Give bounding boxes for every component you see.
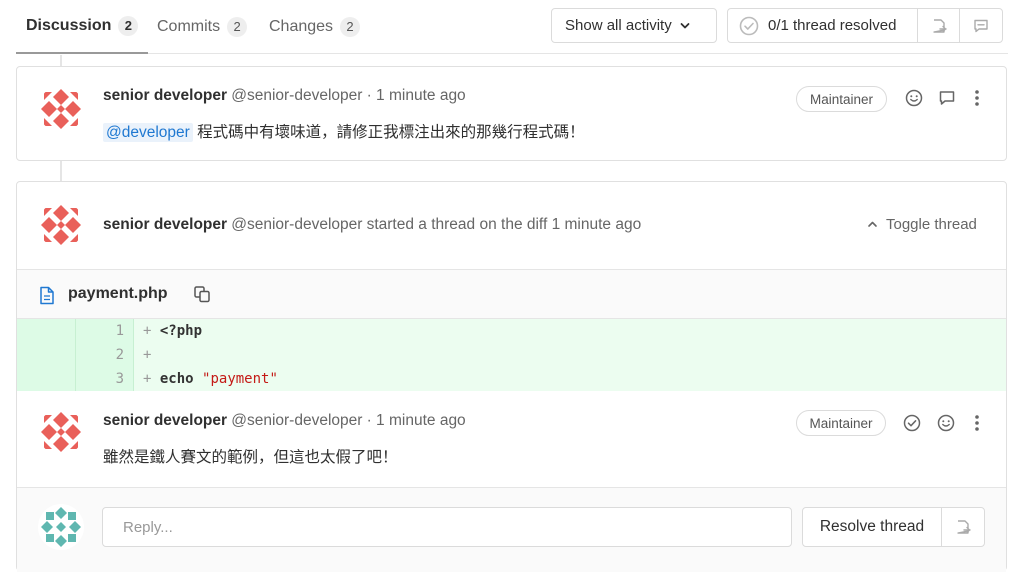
add-reaction-button[interactable] [935,412,957,434]
reply-placeholder: Reply... [123,518,173,536]
tab-commits[interactable]: Commits 2 [157,0,248,54]
next-thread-button[interactable] [960,9,1002,42]
role-badge: Maintainer [796,86,887,112]
note-card: senior developer @senior-developer · 1 m… [16,66,1007,161]
note-author-handle[interactable]: @senior-developer [231,412,362,429]
jump-to-unresolved-button[interactable] [918,9,960,42]
line-number[interactable]: 2 [76,343,124,367]
tab-commits-label: Commits [157,18,221,35]
note-author-handle[interactable]: @senior-developer [231,87,362,104]
kebab-menu-icon [974,89,980,107]
note-header: senior developer @senior-developer · 1 m… [103,87,466,105]
note-header: senior developer @senior-developer · 1 m… [103,412,466,430]
note-author[interactable]: senior developer [103,412,227,429]
activity-filter-dropdown[interactable]: Show all activity [551,8,717,43]
resolve-in-issue-icon [931,18,947,34]
line-code: + echo "payment" [143,367,278,391]
reply-area: Reply... Resolve thread [17,487,1006,572]
avatar[interactable] [38,409,84,455]
diff-file-header: payment.php [17,269,1006,319]
code-string: "payment" [202,371,278,387]
note-body-text: 雖然是鐵人賽文的範例，但這也太假了吧！ [103,449,398,466]
diff-thread-card: senior developer @senior-developer start… [16,181,1007,572]
threads-resolved-counter: 0/1 thread resolved [728,9,918,42]
diff-added-sign: + [143,323,152,339]
note-body: 雖然是鐵人賽文的範例，但這也太假了吧！ [103,445,398,467]
current-user-avatar[interactable] [38,504,84,550]
code-text: <?php [159,323,203,339]
copy-file-path-button[interactable] [193,285,211,303]
line-number[interactable]: 1 [76,319,124,343]
kebab-menu-icon [974,414,980,432]
tab-discussion[interactable]: Discussion 2 [16,0,148,54]
avatar[interactable] [38,202,84,248]
line-code: + [143,343,151,367]
add-reaction-button[interactable] [903,87,925,109]
tab-changes[interactable]: Changes 2 [269,0,361,54]
tab-commits-count: 2 [227,17,248,37]
thread-author-handle[interactable]: @senior-developer [231,216,362,233]
toggle-thread-button[interactable]: Toggle thread [867,216,977,233]
chevron-up-icon [867,219,878,230]
note-body: @developer 程式碼中有壞味道，請修正我標注出來的那幾行程式碼！ [103,120,585,142]
activity-filter-label: Show all activity [565,17,672,34]
tab-changes-label: Changes [269,18,334,35]
diff-lines: 1 + <?php 2 + 3 + echo "payment" [17,319,1006,391]
check-circle-icon [739,16,759,36]
comment-next-icon [973,18,989,34]
role-badge: Maintainer [796,410,886,436]
diff-line[interactable]: 3 + echo "payment" [17,367,1006,391]
tab-discussion-label: Discussion [26,17,112,34]
avatar[interactable] [38,86,84,132]
smiley-icon [905,89,923,107]
resolve-thread-button[interactable]: Resolve thread [803,508,942,546]
resolve-in-issue-icon [955,519,971,535]
role-badge-label: Maintainer [809,91,874,107]
tab-changes-count: 2 [340,17,361,37]
file-icon [39,286,55,305]
threads-resolved-label: 0/1 thread resolved [768,17,897,34]
role-badge-label: Maintainer [809,415,873,431]
toggle-thread-label: Toggle thread [886,216,977,233]
note-timestamp[interactable]: · 1 minute ago [367,87,466,104]
user-mention[interactable]: @developer [103,123,193,142]
more-actions-button[interactable] [966,87,988,109]
more-actions-button[interactable] [966,412,988,434]
code-keyword: echo [159,371,194,387]
line-number[interactable]: 3 [76,367,124,391]
resolve-thread-icon-button[interactable] [901,412,923,434]
thread-author[interactable]: senior developer [103,216,227,233]
copy-icon [193,285,211,303]
reply-input[interactable]: Reply... [102,507,792,547]
tab-discussion-count: 2 [118,16,139,36]
thread-header: senior developer @senior-developer start… [103,216,641,234]
note-timestamp[interactable]: · 1 minute ago [367,412,466,429]
note-body-text: 程式碼中有壞味道，請修正我標注出來的那幾行程式碼！ [197,124,585,141]
chevron-down-icon [680,21,690,31]
threads-resolved-group: 0/1 thread resolved [727,8,1003,43]
diff-added-sign: + [143,371,152,387]
resolve-thread-label: Resolve thread [819,518,925,535]
check-circle-icon [903,414,921,432]
timeline-connector [60,160,62,182]
resolve-thread-group: Resolve thread [802,507,985,547]
file-name[interactable]: payment.php [68,285,168,303]
note-author[interactable]: senior developer [103,87,227,104]
line-code: + <?php [143,319,202,343]
thread-meta[interactable]: started a thread on the diff 1 minute ag… [367,216,642,233]
diff-line[interactable]: 1 + <?php [17,319,1006,343]
diff-line[interactable]: 2 + [17,343,1006,367]
resolve-in-new-issue-button[interactable] [942,508,984,546]
smiley-icon [937,414,955,432]
diff-added-sign: + [143,347,152,363]
reply-button[interactable] [936,87,958,109]
comment-icon [938,89,956,107]
